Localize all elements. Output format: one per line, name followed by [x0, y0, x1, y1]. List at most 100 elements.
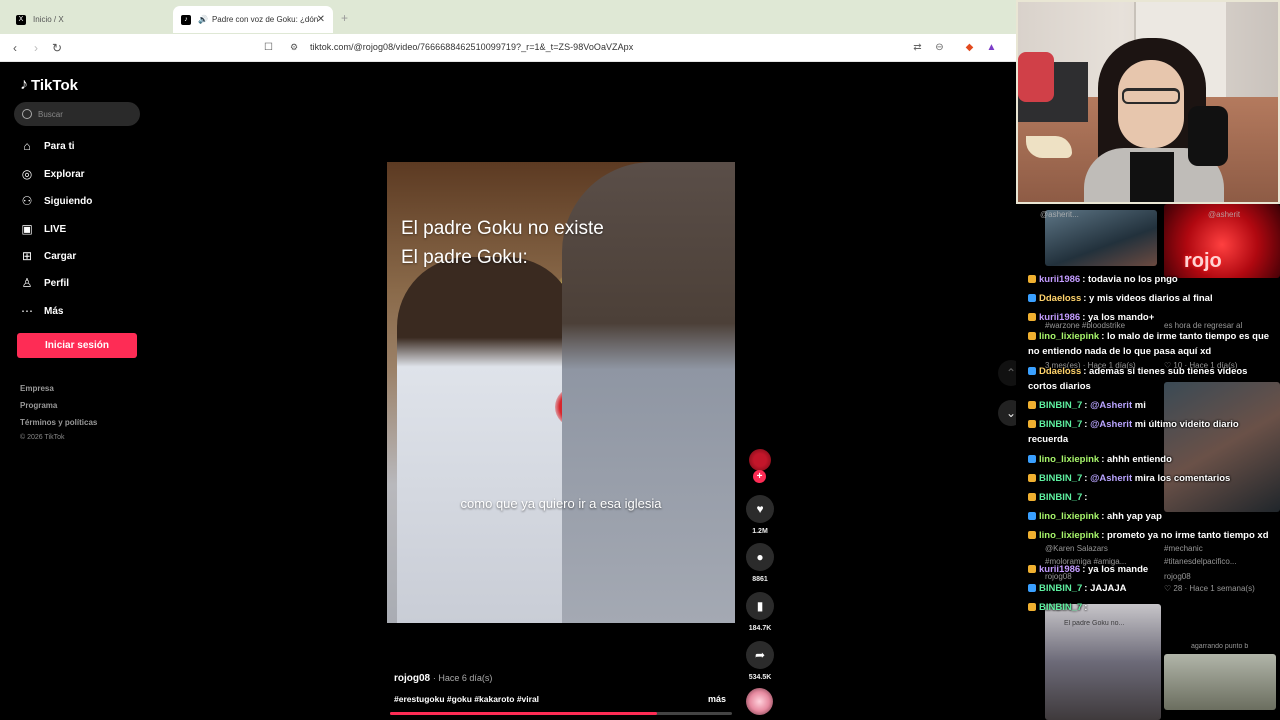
chat-text: : ahhh entiendo [1101, 454, 1172, 465]
zoom-icon[interactable]: ⊖ [933, 41, 946, 54]
copyright: © 2026 TikTok [20, 434, 65, 441]
chat-username: lino_lixiepink [1039, 530, 1100, 541]
chat-text: : [1084, 492, 1088, 503]
nav-explorar[interactable]: ◎ Explorar [19, 167, 85, 181]
forward-arrow-icon[interactable]: › [34, 40, 38, 56]
browser-tab-bar: X Inicio / X ♪ 🔊 Padre con voz de Goku: … [0, 0, 1016, 34]
bookmark-icon: ▮ [746, 592, 774, 620]
home-icon: ⌂ [23, 139, 31, 153]
thumb-tag: @asherit... [1040, 210, 1079, 219]
chat-badge-icon [1028, 275, 1036, 283]
footer-empresa[interactable]: Empresa [20, 384, 54, 393]
tab-x-home[interactable]: X Inicio / X [8, 6, 170, 33]
follow-plus-icon[interactable]: + [753, 470, 766, 483]
translate-icon[interactable]: ⇄ [911, 41, 924, 54]
chat-badge-icon [1028, 474, 1036, 482]
comment-icon: ● [746, 543, 774, 571]
video-hashtags[interactable]: #erestugoku #goku #kakaroto #viral [394, 694, 539, 704]
chat-message: lino_lixiepink: prometo ya no irme tanto… [1028, 528, 1276, 543]
video-overlay-text-1: El padre Goku no existe [401, 218, 604, 239]
video-author[interactable]: rojog08 · Hace 6 día(s) [394, 673, 492, 684]
chat-text: : [1084, 602, 1088, 613]
close-tab-icon[interactable]: ✕ [317, 14, 325, 25]
chat-username: lino_lixiepink [1039, 454, 1100, 465]
search-icon [22, 109, 32, 119]
new-tab-icon[interactable]: + [341, 11, 348, 25]
music-disc-icon[interactable] [746, 688, 773, 715]
footer-programa[interactable]: Programa [20, 401, 57, 410]
nav-perfil[interactable]: ♙ Perfil [19, 276, 69, 290]
back-arrow-icon[interactable]: ‹ [13, 40, 17, 56]
address-bar[interactable]: tiktok.com/@rojog08/video/76666884625100… [310, 42, 633, 52]
posted-time: · Hace 6 día(s) [432, 673, 493, 683]
chat-badge-icon [1028, 603, 1036, 611]
nav-siguiendo[interactable]: ⚇ Siguiendo [19, 194, 93, 208]
chat-username: kurii1986 [1039, 312, 1081, 323]
tab-tiktok-video[interactable]: ♪ 🔊 Padre con voz de Goku: ¿dón ✕ [173, 6, 333, 33]
chat-message: BINBIN_7: JAJAJA [1028, 581, 1276, 596]
comment-button[interactable]: ● 8861 [745, 543, 775, 583]
chat-message: lino_lixiepink: ahh yap yap [1028, 509, 1276, 524]
save-count: 184.7K [748, 625, 772, 632]
save-button[interactable]: ▮ 184.7K [745, 592, 775, 632]
chat-text: : ya los mande [1082, 564, 1149, 575]
nav-cargar[interactable]: ⊞ Cargar [19, 249, 76, 263]
chat-mention: @Asherit [1090, 473, 1133, 484]
live-icon: ▣ [21, 222, 33, 236]
nav-mas[interactable]: ⋯ Más [19, 304, 63, 318]
chat-badge-icon [1028, 531, 1036, 539]
compass-icon: ◎ [21, 167, 33, 181]
chat-text: mira los comentarios [1132, 473, 1231, 484]
video-overlay-text-2: El padre Goku: [401, 247, 528, 268]
site-settings-icon[interactable]: ⚙ [290, 42, 298, 53]
chat-message: BINBIN_7: [1028, 600, 1276, 615]
search-input[interactable]: Buscar [14, 102, 140, 126]
chat-message: lino_lixiepink: ahhh entiendo [1028, 452, 1276, 467]
chat-text: mi [1132, 400, 1146, 411]
profile-icon: ♙ [21, 276, 33, 290]
more-icon: ⋯ [21, 304, 33, 318]
chat-badge-icon [1028, 420, 1036, 428]
chat-message: kurii1986: todavia no los pngo [1028, 272, 1276, 287]
speaker-icon[interactable]: 🔊 [198, 15, 208, 24]
video-progress-fill [390, 712, 657, 715]
more-link[interactable]: más [708, 694, 726, 704]
thumb-title: agarrando punto b [1191, 643, 1249, 650]
chat-badge-icon [1028, 584, 1036, 592]
chat-username: Ddaeloss [1039, 293, 1082, 304]
nav-para-ti[interactable]: ⌂ Para ti [19, 139, 74, 153]
share-arrow-icon: ➦ [746, 641, 774, 669]
webcam-feed [1016, 0, 1280, 204]
nav-live[interactable]: ▣ LIVE [19, 222, 66, 236]
chat-username: BINBIN_7 [1039, 602, 1083, 613]
chat-message: BINBIN_7: @Asherit mi último videito dia… [1028, 419, 1239, 445]
video-player[interactable]: El padre Goku no existe El padre Goku: c… [387, 162, 735, 623]
chat-badge-icon [1028, 367, 1036, 375]
x-logo-icon: X [16, 14, 26, 25]
creator-avatar[interactable] [749, 449, 771, 471]
comment-count: 8861 [752, 576, 768, 583]
brave-shield-icon[interactable]: ◆ [963, 41, 976, 54]
chat-message: BINBIN_7: @Asherit mi [1028, 398, 1276, 413]
video-thumbnail[interactable] [1164, 654, 1276, 710]
video-progress-bar[interactable] [390, 712, 732, 715]
chat-mention: @Asherit [1090, 400, 1133, 411]
tiktok-logo[interactable]: ♪ TikTok [20, 76, 78, 94]
chat-message: BINBIN_7: @Asherit mira los comentarios [1028, 471, 1276, 486]
browser-toolbar: ‹ › ↻ ☐ ⚙ tiktok.com/@rojog08/video/7666… [0, 34, 1016, 62]
reload-icon[interactable]: ↻ [52, 40, 62, 56]
rewards-icon[interactable]: ▲ [985, 41, 998, 54]
chat-badge-icon [1028, 455, 1036, 463]
like-button[interactable]: ♥ 1.2M [745, 495, 775, 535]
tiktok-sidebar: ♪ TikTok Buscar ⌂ Para ti ◎ Explorar ⚇ S… [0, 62, 160, 720]
chat-badge-icon [1028, 512, 1036, 520]
login-button[interactable]: Iniciar sesión [17, 333, 137, 358]
chat-text: : ahh yap yap [1101, 511, 1162, 522]
share-button[interactable]: ➦ 534.5K [745, 641, 775, 681]
footer-terminos[interactable]: Términos y políticas [20, 418, 97, 427]
chat-username: BINBIN_7 [1039, 492, 1083, 503]
video-caption: como que ya quiero ir a esa iglesia [460, 496, 662, 511]
chat-badge-icon [1028, 294, 1036, 302]
bookmark-icon[interactable]: ☐ [264, 40, 273, 56]
thumb-title: El padre Goku no... [1064, 620, 1125, 627]
